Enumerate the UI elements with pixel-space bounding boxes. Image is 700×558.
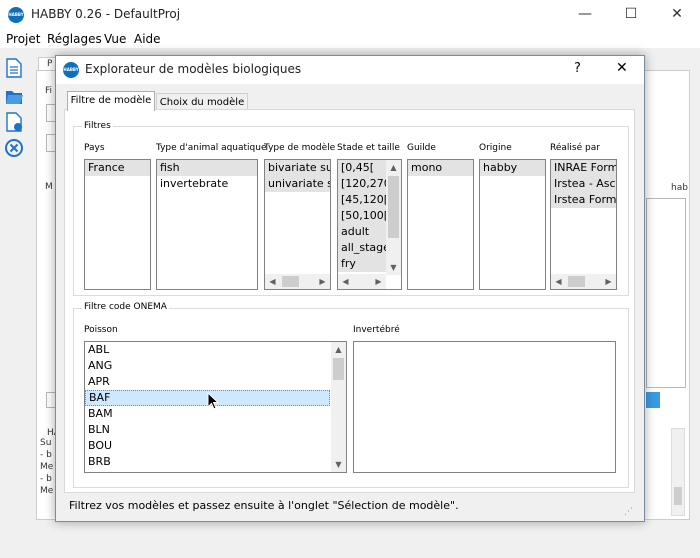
col-label-origine: Origine — [479, 143, 512, 153]
minimize-button[interactable]: — — [562, 0, 608, 30]
bg-list — [646, 198, 686, 388]
help-button[interactable]: ? — [574, 61, 581, 76]
list-item[interactable]: France — [85, 160, 150, 176]
scroll-down-icon[interactable]: ▼ — [386, 260, 401, 275]
scroll-thumb[interactable] — [333, 358, 344, 380]
save-as-icon[interactable] — [5, 112, 23, 132]
bg-scroll-thumb[interactable] — [674, 487, 682, 505]
bg-log: Su - b Me - b Me — [40, 438, 56, 518]
list-item[interactable]: INRAE Forme — [551, 160, 616, 176]
status-text: Filtrez vos modèles et passez ensuite à … — [69, 499, 459, 512]
dialog-title: Explorateur de modèles biologiques — [85, 62, 302, 76]
new-document-icon[interactable] — [5, 58, 23, 78]
list-item[interactable]: BOU — [85, 438, 346, 454]
open-folder-icon[interactable] — [5, 86, 23, 106]
main-title-bar: HABBY HABBY 0.26 - DefaultProj — ☐ ✕ — [0, 0, 700, 30]
close-project-icon[interactable] — [5, 138, 23, 158]
vertical-scrollbar[interactable]: ▲ ▼ — [331, 342, 346, 472]
bg-tab-label: P — [47, 59, 53, 69]
col-label-type-modele: Type de modèle — [264, 143, 336, 153]
list-stade-taille[interactable]: [0,45[ [120,270[ [45,120[ [50,100[ adult… — [337, 159, 402, 290]
list-item[interactable]: fish — [157, 160, 257, 176]
col-label-guilde: Guilde — [407, 143, 436, 153]
scroll-thumb[interactable] — [282, 276, 299, 287]
bg-label-fi: Fi — [45, 86, 53, 96]
menu-vue[interactable]: Vue — [104, 30, 126, 48]
bg-log-line: Me — [40, 462, 54, 472]
list-item[interactable]: Irstea - Asco — [551, 176, 616, 192]
scroll-right-icon[interactable]: ▶ — [371, 274, 386, 289]
list-item[interactable]: mono — [408, 160, 473, 176]
scroll-down-icon[interactable]: ▼ — [331, 457, 346, 472]
filter-tab-panel: Filtres Pays Type d'animal aquatique Typ… — [64, 109, 635, 493]
list-invertebre[interactable] — [353, 341, 616, 473]
list-item[interactable]: univariate sui — [265, 176, 330, 192]
filters-group-title: Filtres — [82, 121, 113, 131]
scroll-right-icon[interactable]: ▶ — [315, 274, 330, 289]
left-toolbar — [0, 48, 28, 558]
list-item[interactable]: habby — [480, 160, 545, 176]
col-label-realise-par: Réalisé par — [550, 143, 600, 153]
list-type-modele[interactable]: bivariate suit univariate sui ◀ ▶ — [264, 159, 331, 290]
list-item[interactable]: BLN — [85, 422, 346, 438]
horizontal-scrollbar[interactable]: ◀ ▶ — [265, 274, 330, 289]
onema-group-title: Filtre code ONEMA — [82, 302, 169, 312]
bg-label-hab: hab — [671, 183, 688, 193]
close-button[interactable]: ✕ — [654, 0, 700, 30]
scroll-thumb[interactable] — [388, 176, 399, 238]
list-item[interactable]: Irstea Forme — [551, 192, 616, 208]
tab-filtre-modele[interactable]: Filtre de modèle — [67, 91, 155, 111]
scroll-up-icon[interactable]: ▲ — [331, 342, 346, 357]
bg-log-line: - b — [40, 474, 52, 484]
col-label-pays: Pays — [84, 143, 105, 153]
dialog-title-bar: HABBY Explorateur de modèles biologiques… — [56, 56, 644, 84]
list-guilde[interactable]: mono — [407, 159, 474, 290]
bg-log-line: - b — [40, 450, 52, 460]
scroll-right-icon[interactable]: ▶ — [601, 274, 616, 289]
scroll-thumb[interactable] — [568, 276, 585, 287]
scroll-up-icon[interactable]: ▲ — [386, 160, 401, 175]
horizontal-scrollbar[interactable]: ◀ ▶ — [551, 274, 616, 289]
list-item[interactable]: bivariate suit — [265, 160, 330, 176]
list-type-animal[interactable]: fish invertebrate — [156, 159, 258, 290]
bg-progress — [646, 392, 660, 408]
list-realise-par[interactable]: INRAE Forme Irstea - Asco Irstea Forme ◀… — [550, 159, 617, 290]
mouse-cursor-icon — [207, 392, 219, 410]
menu-aide[interactable]: Aide — [134, 30, 161, 48]
dialog-logo-icon: HABBY — [63, 62, 79, 78]
label-invertebre: Invertébré — [353, 325, 400, 335]
vertical-scrollbar[interactable]: ▲ ▼ — [386, 160, 401, 275]
list-item[interactable]: BRB — [85, 454, 346, 470]
menu-projet[interactable]: Projet — [6, 30, 40, 48]
list-item[interactable]: invertebrate — [157, 176, 257, 192]
list-item[interactable]: ABL — [85, 342, 346, 358]
bg-log-line: Su — [40, 438, 52, 448]
maximize-button[interactable]: ☐ — [608, 0, 654, 30]
label-poisson: Poisson — [84, 325, 118, 335]
list-origine[interactable]: habby — [479, 159, 546, 290]
list-item[interactable]: APR — [85, 374, 346, 390]
resize-grip-icon[interactable]: ⋰ — [624, 507, 633, 517]
dialog-close-button[interactable]: ✕ — [616, 60, 628, 76]
bg-scrollbar[interactable] — [671, 428, 685, 516]
menu-reglages[interactable]: Réglages — [47, 30, 102, 48]
list-item[interactable]: ANG — [85, 358, 346, 374]
scroll-left-icon[interactable]: ◀ — [338, 274, 353, 289]
habby-logo-icon: HABBY — [8, 7, 24, 23]
col-label-stade: Stade et taille — [337, 143, 400, 153]
horizontal-scrollbar[interactable]: ◀ ▶ — [338, 274, 386, 289]
scroll-left-icon[interactable]: ◀ — [265, 274, 280, 289]
bg-log-line: Me — [40, 486, 54, 496]
col-label-type-animal: Type d'animal aquatique — [156, 143, 267, 153]
list-pays[interactable]: France — [84, 159, 151, 290]
bg-label-m: M — [45, 182, 53, 192]
window-title: HABBY 0.26 - DefaultProj — [31, 7, 181, 21]
menu-bar: Projet Réglages Vue Aide — [0, 30, 700, 48]
scroll-left-icon[interactable]: ◀ — [551, 274, 566, 289]
model-explorer-dialog: HABBY Explorateur de modèles biologiques… — [55, 55, 645, 522]
